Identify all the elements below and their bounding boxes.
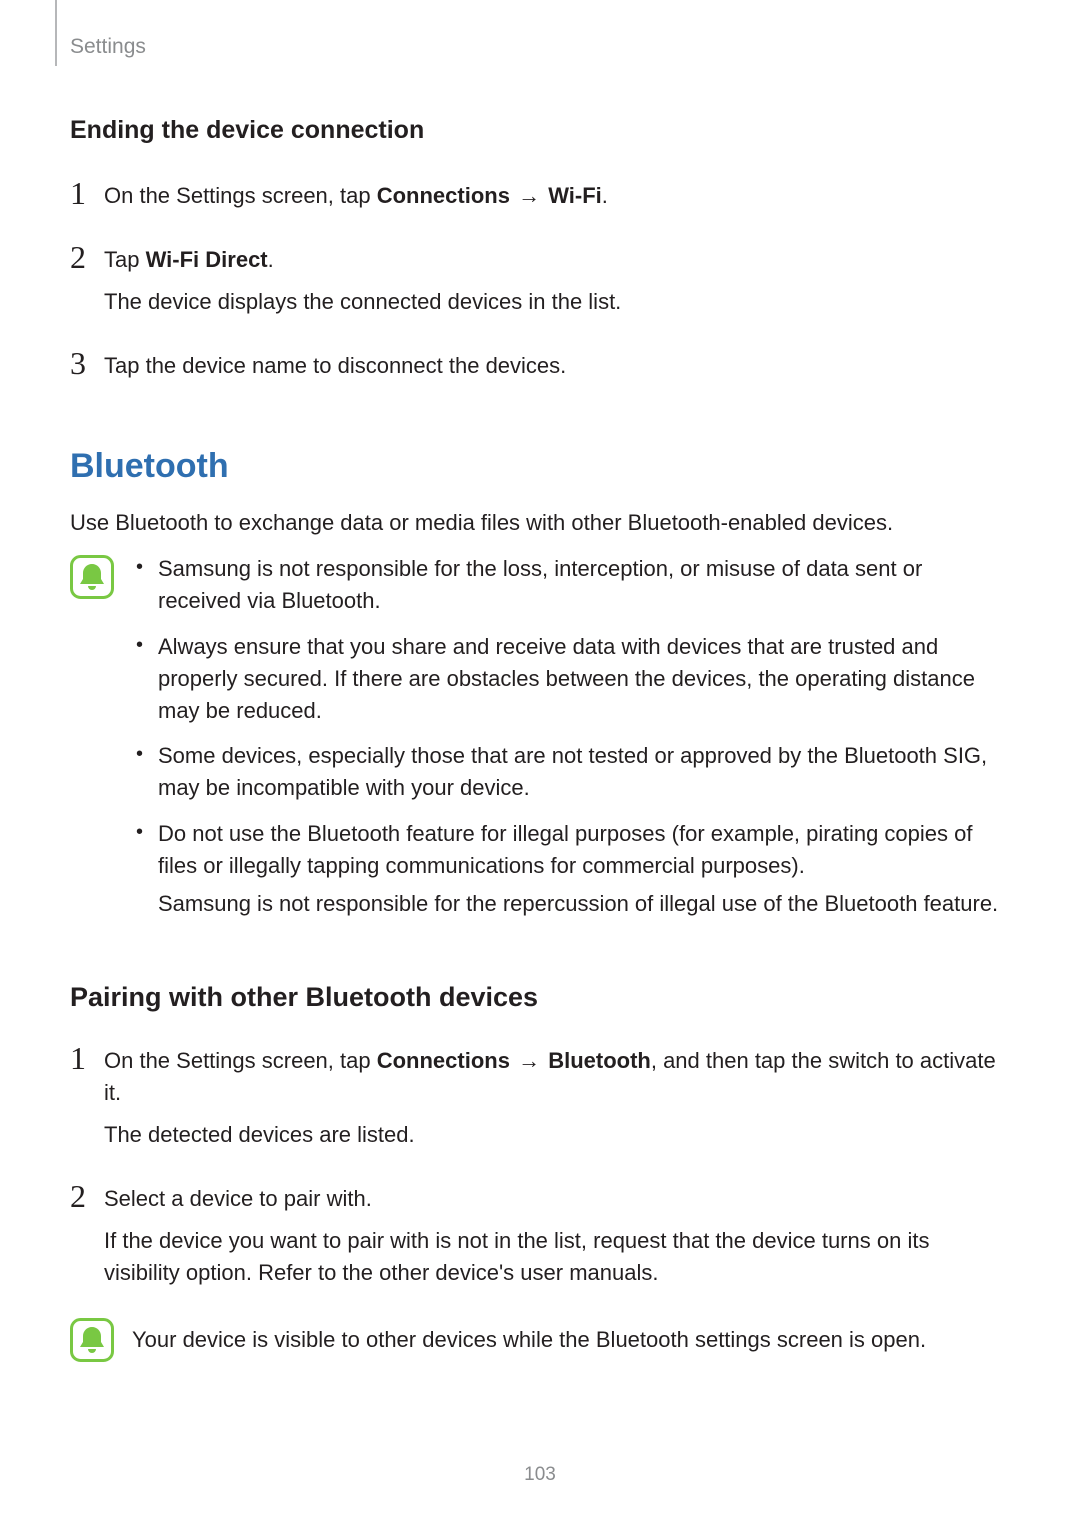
bluetooth-notes-block: Samsung is not responsible for the loss,… xyxy=(70,553,1010,934)
step-number: 1 xyxy=(70,176,104,211)
note-text: Some devices, especially those that are … xyxy=(158,743,987,800)
note-bell-icon xyxy=(70,555,114,599)
step-extra: The device displays the connected device… xyxy=(104,286,1010,318)
step-extra: The detected devices are listed. xyxy=(104,1119,1010,1151)
bold-wifi-direct: Wi-Fi Direct xyxy=(146,247,268,272)
step-number: 1 xyxy=(70,1041,104,1076)
step-text: On the Settings screen, tap Connections … xyxy=(104,1045,1010,1109)
bold-connections: Connections xyxy=(377,1048,510,1073)
text-fragment: . xyxy=(602,183,608,208)
step-text: Tap Wi-Fi Direct. xyxy=(104,244,1010,276)
note-subtext: Samsung is not responsible for the reper… xyxy=(158,888,1010,920)
step-number: 2 xyxy=(70,1179,104,1214)
bold-bluetooth: Bluetooth xyxy=(548,1048,651,1073)
step-number: 3 xyxy=(70,346,104,381)
ending-step-1: 1 On the Settings screen, tap Connection… xyxy=(70,176,1010,222)
pairing-visibility-note: Your device is visible to other devices … xyxy=(70,1316,1010,1362)
note-text: Your device is visible to other devices … xyxy=(132,1322,1010,1356)
bluetooth-intro: Use Bluetooth to exchange data or media … xyxy=(70,507,1010,539)
page-body: Ending the device connection 1 On the Se… xyxy=(0,0,1080,1362)
ending-step-3: 3 Tap the device name to disconnect the … xyxy=(70,346,1010,392)
heading-bluetooth: Bluetooth xyxy=(70,442,1010,491)
note-bell-icon xyxy=(70,1318,114,1362)
note-text: Always ensure that you share and receive… xyxy=(158,634,975,723)
header-rule xyxy=(55,0,57,66)
bold-connections: Connections xyxy=(377,183,510,208)
note-item: Do not use the Bluetooth feature for ill… xyxy=(132,818,1010,920)
note-item: Some devices, especially those that are … xyxy=(132,740,1010,804)
ending-step-2: 2 Tap Wi-Fi Direct. The device displays … xyxy=(70,240,1010,328)
text-fragment: Tap xyxy=(104,247,146,272)
note-text: Do not use the Bluetooth feature for ill… xyxy=(158,821,972,878)
bold-wifi: Wi-Fi xyxy=(548,183,602,208)
text-fragment: On the Settings screen, tap xyxy=(104,183,377,208)
heading-pairing: Pairing with other Bluetooth devices xyxy=(70,978,1010,1017)
text-fragment: On the Settings screen, tap xyxy=(104,1048,377,1073)
pairing-step-1: 1 On the Settings screen, tap Connection… xyxy=(70,1041,1010,1161)
note-item: Samsung is not responsible for the loss,… xyxy=(132,553,1010,617)
arrow-glyph: → xyxy=(510,183,548,208)
arrow-glyph: → xyxy=(510,1048,548,1073)
step-number: 2 xyxy=(70,240,104,275)
text-fragment: . xyxy=(268,247,274,272)
note-item: Always ensure that you share and receive… xyxy=(132,631,1010,727)
page-number: 103 xyxy=(0,1461,1080,1489)
step-extra: If the device you want to pair with is n… xyxy=(104,1225,1010,1289)
pairing-step-2: 2 Select a device to pair with. If the d… xyxy=(70,1179,1010,1299)
header-section-label: Settings xyxy=(70,32,146,62)
note-text: Samsung is not responsible for the loss,… xyxy=(158,556,922,613)
step-text: Tap the device name to disconnect the de… xyxy=(104,350,1010,382)
heading-ending-connection: Ending the device connection xyxy=(70,112,1010,148)
bluetooth-note-list: Samsung is not responsible for the loss,… xyxy=(132,553,1010,920)
step-text: Select a device to pair with. xyxy=(104,1183,1010,1215)
step-text: On the Settings screen, tap Connections … xyxy=(104,180,1010,212)
